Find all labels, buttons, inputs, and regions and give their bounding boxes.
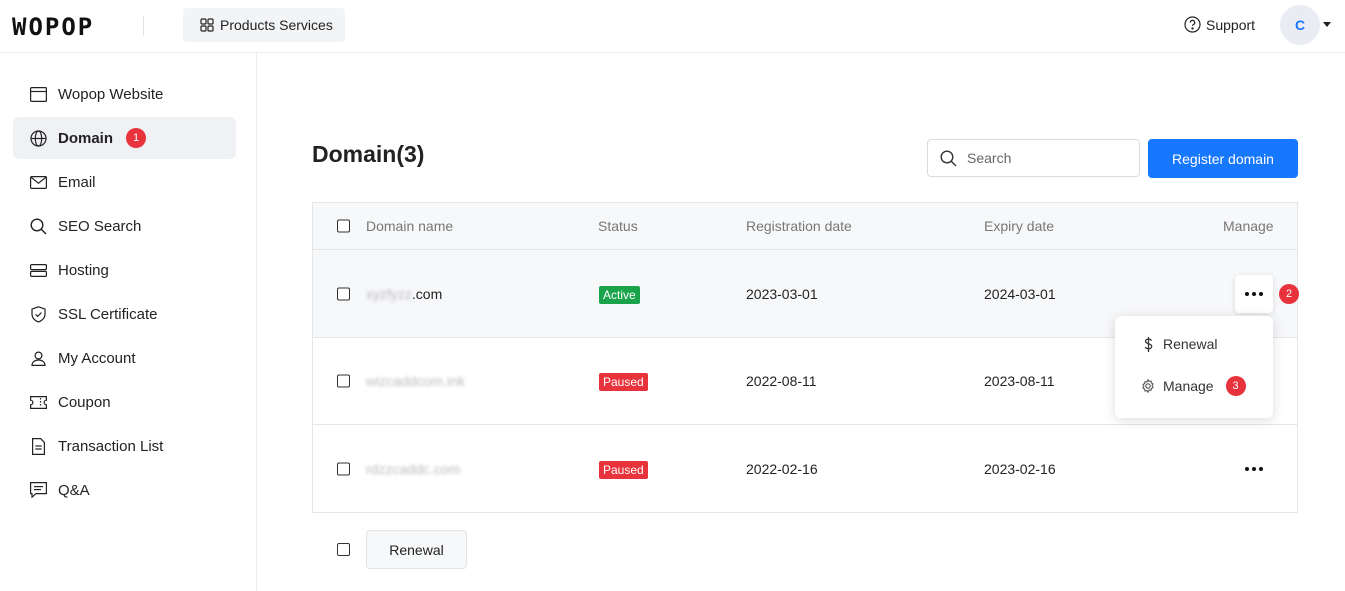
user-avatar[interactable]: C [1280, 5, 1320, 45]
server-icon [29, 261, 47, 279]
sidebar-item-hosting[interactable]: Hosting [13, 249, 236, 291]
sidebar-item-transaction-list[interactable]: Transaction List [13, 425, 236, 467]
more-horizontal-icon [1245, 466, 1263, 471]
column-header-domain-name: Domain name [366, 218, 454, 234]
domain-name[interactable]: xyzfyzz.com [366, 286, 442, 302]
wopop-logo[interactable]: WOPOP [12, 13, 94, 41]
products-services-label: Products Services [220, 17, 333, 33]
sidebar-item-seo-search[interactable]: SEO Search [13, 205, 236, 247]
help-circle-icon [1184, 16, 1201, 33]
top-header: WOPOP Products Services Support C [0, 0, 1345, 53]
row-checkbox[interactable] [337, 374, 350, 388]
sidebar-item-qa[interactable]: Q&A [13, 469, 236, 511]
column-header-registration-date: Registration date [746, 218, 852, 234]
sidebar-item-label: SSL Certificate [58, 305, 158, 323]
bulk-select-checkbox[interactable] [337, 543, 350, 556]
table-row: rdzzcaddc.com Paused 2022-02-16 2023-02-… [313, 425, 1297, 512]
browser-window-icon [29, 85, 47, 103]
registration-date: 2023-03-01 [746, 285, 818, 302]
sidebar-item-wopop-website[interactable]: Wopop Website [13, 73, 236, 115]
user-icon [29, 349, 47, 367]
sidebar-item-label: SEO Search [58, 217, 142, 235]
more-actions-button[interactable] [1235, 274, 1273, 313]
caret-down-icon[interactable] [1323, 22, 1331, 27]
column-header-status: Status [598, 218, 638, 234]
menu-item-manage[interactable]: Manage 3 [1141, 376, 1246, 396]
step-badge: 1 [126, 128, 147, 148]
magnifier-icon [29, 217, 47, 235]
row-actions-menu: Renewal Manage 3 [1115, 316, 1273, 418]
sidebar-item-label: Hosting [58, 261, 109, 279]
sidebar-item-label: Q&A [58, 481, 90, 499]
step-badge: 2 [1279, 283, 1299, 304]
column-header-manage: Manage [1223, 218, 1274, 234]
more-actions-button[interactable] [1235, 450, 1273, 488]
support-link[interactable]: Support [1184, 16, 1255, 33]
chat-icon [29, 481, 47, 499]
menu-item-renewal[interactable]: Renewal [1141, 336, 1217, 352]
sidebar-item-label: Transaction List [58, 437, 164, 455]
sidebar-item-email[interactable]: Email [13, 161, 236, 203]
table-header: Domain name Status Registration date Exp… [313, 203, 1297, 250]
domain-name[interactable]: wizcaddcom.ink [366, 373, 465, 389]
status-badge: Paused [599, 373, 648, 391]
sidebar-item-label: Coupon [58, 393, 111, 411]
register-domain-button[interactable]: Register domain [1148, 139, 1298, 178]
header-divider [143, 16, 144, 36]
search-icon [940, 149, 957, 166]
registration-date: 2022-08-11 [746, 373, 817, 389]
select-all-checkbox[interactable] [337, 219, 350, 233]
sidebar-item-coupon[interactable]: Coupon [13, 381, 236, 423]
bulk-renewal-button[interactable]: Renewal [366, 530, 467, 569]
sidebar-item-label: Domain [58, 129, 114, 147]
globe-icon [29, 129, 47, 147]
sidebar-item-label: Email [58, 173, 96, 191]
support-label: Support [1206, 16, 1256, 33]
gear-icon [1141, 379, 1155, 393]
column-header-expiry-date: Expiry date [984, 218, 1055, 234]
document-icon [29, 437, 47, 455]
shield-check-icon [29, 305, 47, 323]
status-badge: Active [599, 285, 640, 304]
status-badge: Paused [599, 460, 648, 479]
expiry-date: 2023-02-16 [984, 460, 1056, 477]
sidebar-item-domain[interactable]: Domain 1 [13, 117, 236, 159]
sidebar-item-label: Wopop Website [58, 85, 164, 103]
sidebar-item-ssl-certificate[interactable]: SSL Certificate [13, 293, 236, 335]
dollar-icon [1141, 336, 1155, 352]
envelope-icon [29, 173, 47, 191]
page-title: Domain(3) [312, 141, 425, 167]
products-services-button[interactable]: Products Services [183, 8, 345, 42]
menu-item-label: Manage [1163, 378, 1214, 394]
domain-name[interactable]: rdzzcaddc.com [366, 461, 460, 477]
expiry-date: 2023-08-11 [984, 373, 1055, 389]
registration-date: 2022-02-16 [746, 460, 818, 477]
grid-icon [200, 18, 214, 32]
search-field[interactable] [927, 139, 1140, 177]
more-horizontal-icon [1245, 291, 1263, 296]
row-checkbox[interactable] [337, 287, 350, 300]
search-input[interactable] [967, 150, 1117, 166]
menu-item-label: Renewal [1163, 336, 1218, 352]
step-badge: 3 [1225, 376, 1246, 396]
sidebar-item-label: My Account [58, 349, 136, 367]
row-checkbox[interactable] [337, 462, 350, 475]
ticket-icon [29, 393, 47, 411]
expiry-date: 2024-03-01 [984, 285, 1056, 302]
sidebar-item-my-account[interactable]: My Account [13, 337, 236, 379]
domain-name-masked: xyzfyzz [366, 285, 412, 302]
